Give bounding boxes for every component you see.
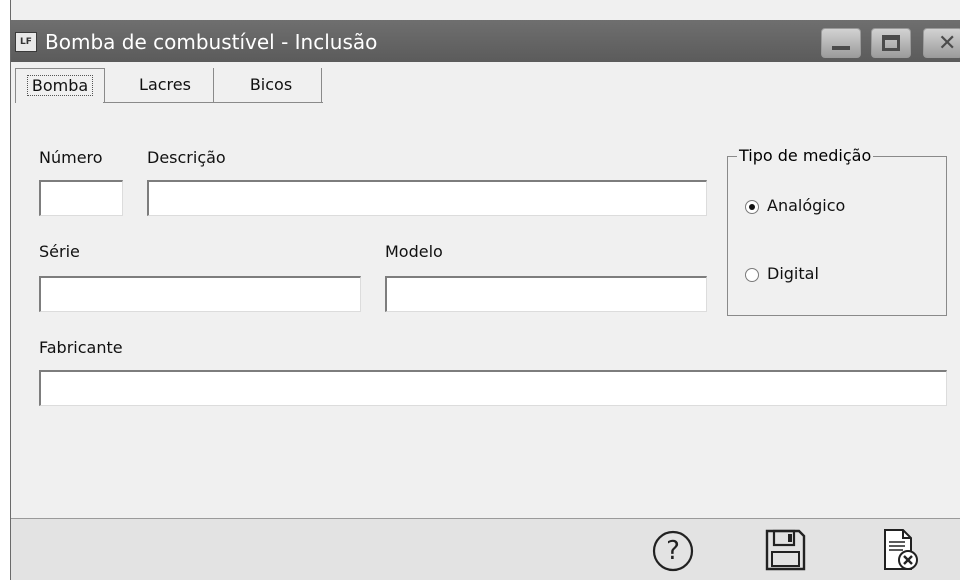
action-bar: ? — [11, 519, 960, 580]
modelo-label: Modelo — [385, 242, 443, 261]
numero-label: Número — [39, 148, 103, 167]
minimize-icon — [832, 46, 850, 50]
help-button[interactable]: ? — [651, 525, 695, 573]
title-bar[interactable]: LF Bomba de combustível - Inclusão ✕ — [11, 20, 960, 62]
radio-analogico-circle[interactable] — [745, 199, 759, 214]
tipo-medicao-group — [727, 156, 947, 316]
tab-bicos-label: Bicos — [249, 75, 293, 94]
dialog-window: LF Bomba de combustível - Inclusão ✕ Bom… — [10, 0, 960, 580]
cancel-document-button[interactable] — [877, 525, 921, 573]
help-icon: ? — [652, 530, 694, 572]
tab-lacres-label: Lacres — [139, 75, 191, 94]
close-button[interactable]: ✕ — [923, 28, 960, 58]
tab-bomba-label: Bomba — [26, 75, 94, 96]
serie-label: Série — [39, 242, 80, 261]
radio-analogico[interactable]: Analógico — [745, 196, 845, 215]
radio-digital-label: Digital — [767, 264, 819, 283]
app-icon-label: LF — [20, 37, 32, 47]
cancel-document-icon — [884, 529, 918, 570]
tab-divider — [103, 102, 323, 103]
radio-analogico-label: Analógico — [767, 196, 846, 215]
window-title: Bomba de combustível - Inclusão — [45, 30, 378, 54]
descricao-field[interactable] — [147, 180, 707, 216]
radio-digital-circle[interactable] — [745, 267, 759, 282]
close-icon: ✕ — [938, 31, 957, 56]
tab-lacres[interactable]: Lacres — [117, 68, 214, 102]
app-icon[interactable]: LF — [15, 32, 37, 52]
modelo-field[interactable] — [385, 276, 707, 312]
fabricante-field[interactable] — [39, 370, 947, 406]
maximize-icon — [882, 35, 900, 51]
tab-bomba[interactable]: Bomba — [15, 68, 105, 103]
minimize-button[interactable] — [821, 28, 861, 58]
tab-bicos[interactable]: Bicos — [221, 68, 322, 102]
serie-field[interactable] — [39, 276, 361, 312]
svg-text:?: ? — [666, 536, 680, 566]
tipo-medicao-title: Tipo de medição — [737, 146, 874, 165]
save-button[interactable] — [763, 525, 807, 573]
save-icon — [765, 529, 806, 571]
numero-field[interactable] — [39, 180, 123, 216]
fabricante-label: Fabricante — [39, 338, 123, 357]
maximize-button[interactable] — [871, 28, 911, 58]
radio-digital[interactable]: Digital — [745, 264, 819, 283]
descricao-label: Descrição — [147, 148, 226, 167]
